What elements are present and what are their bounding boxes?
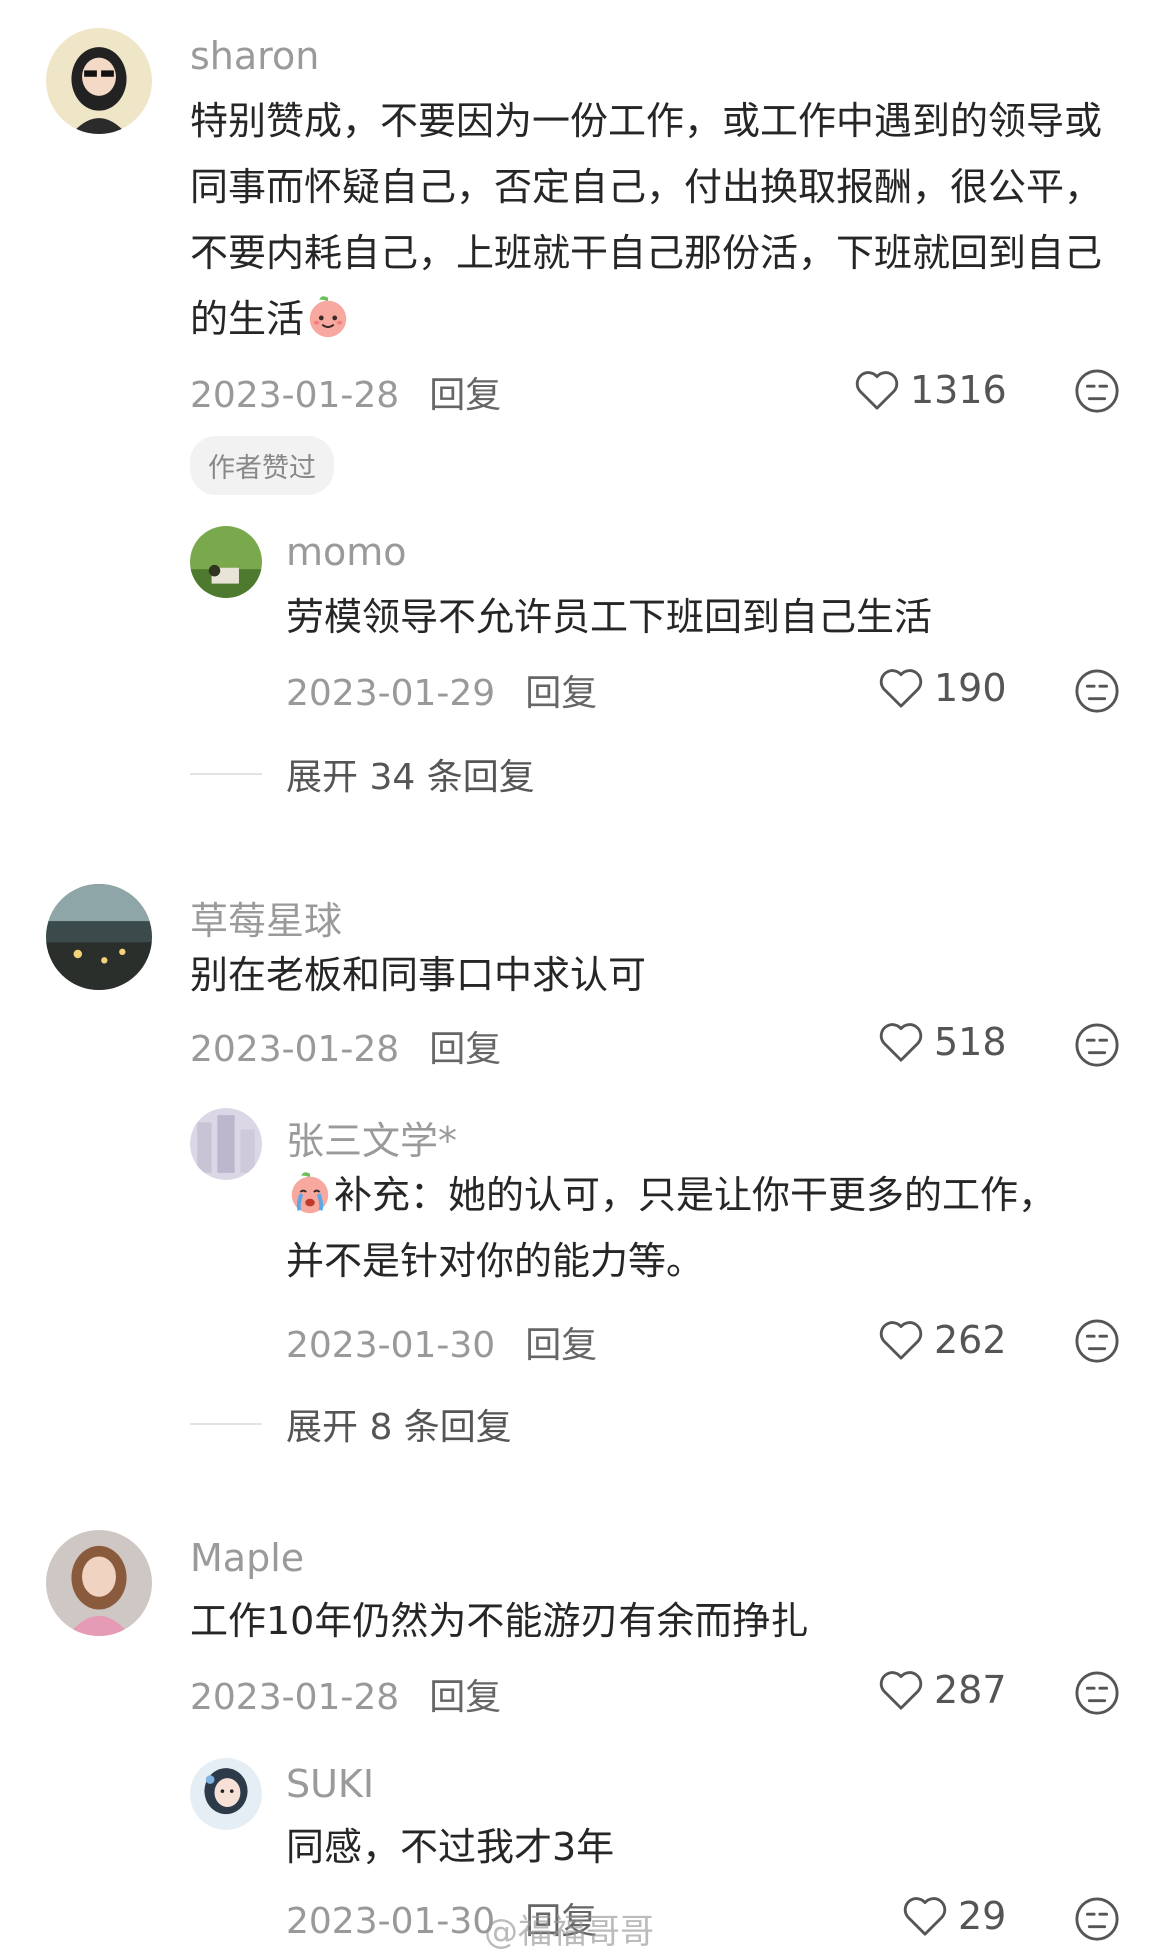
like-button[interactable]: 29 [902,1894,1006,1938]
meh-face-icon [1075,369,1119,413]
meh-face-icon [1075,1671,1119,1715]
like-count: 1316 [910,368,1007,412]
avatar[interactable] [190,1108,262,1180]
crying-peach-emoji [286,1168,334,1216]
dislike-button[interactable] [1074,1318,1120,1364]
like-button[interactable]: 262 [878,1318,1007,1362]
avatar[interactable] [46,28,152,134]
username[interactable]: Maple [190,1536,304,1580]
reply-button[interactable]: 回复 [525,673,597,714]
comment-item: 草莓星球 别在老板和同事口中求认可 2023-01-28 回复 518 张三文学*… [0,860,1168,1480]
dislike-button[interactable] [1074,668,1120,714]
username[interactable]: momo [286,530,407,574]
like-button[interactable]: 190 [878,666,1007,710]
dislike-button[interactable] [1074,1022,1120,1068]
meh-face-icon [1075,1897,1119,1941]
dislike-button[interactable] [1074,1896,1120,1942]
heart-outline-icon [879,1321,923,1360]
comment-date: 2023-01-28 [190,1677,400,1718]
username[interactable]: sharon [190,34,319,78]
heart-outline-icon [879,1671,923,1710]
heart-outline-icon [855,371,899,410]
reply-button[interactable]: 回复 [429,1677,501,1718]
comment-date: 2023-01-30 [286,1325,496,1366]
like-count: 262 [934,1318,1007,1362]
heart-outline-icon [879,669,923,708]
like-count: 287 [934,1668,1007,1712]
dislike-button[interactable] [1074,368,1120,414]
comment-meta: 2023-01-29 回复 [286,664,597,716]
reply-text: 补充：她的认可，只是让你干更多的工作，并不是针对你的能力等。 [286,1162,1076,1294]
username[interactable]: 张三文学* [286,1110,457,1165]
avatar[interactable] [46,1530,152,1636]
meh-face-icon [1075,1023,1119,1067]
comment-meta: 2023-01-28 回复 [190,1020,501,1072]
comment-item: sharon 特别赞成，不要因为一份工作，或工作中遇到的领导或同事而怀疑自己，否… [0,0,1168,798]
comment-text: 工作10年仍然为不能游刃有余而挣扎 [190,1599,809,1643]
avatar[interactable] [190,1758,262,1830]
like-count: 190 [934,666,1007,710]
expand-replies-label: 展开 8 条回复 [286,1407,512,1448]
like-count: 518 [934,1020,1007,1064]
reply-button[interactable]: 回复 [525,1325,597,1366]
heart-outline-icon [903,1897,947,1936]
meh-face-icon [1075,669,1119,713]
comment-meta: 2023-01-28 回复 [190,366,501,418]
reply-button[interactable]: 回复 [429,375,501,416]
comment-meta: 2023-01-28 回复 [190,1668,501,1720]
heart-outline-icon [879,1023,923,1062]
username[interactable]: 草莓星球 [190,890,342,945]
username[interactable]: SUKI [286,1762,374,1806]
comment-text: 别在老板和同事口中求认可 [190,953,647,997]
expand-replies-button[interactable]: 展开 8 条回复 [190,1398,512,1450]
avatar[interactable] [190,526,262,598]
like-button[interactable]: 1316 [854,368,1007,412]
comment-date: 2023-01-29 [286,673,496,714]
comment-meta: 2023-01-30 回复 [286,1316,597,1368]
divider [190,1423,262,1425]
reply-button[interactable]: 回复 [429,1029,501,1070]
author-liked-badge: 作者赞过 [190,436,334,495]
dislike-button[interactable] [1074,1670,1120,1716]
expand-replies-button[interactable]: 展开 34 条回复 [190,748,535,800]
like-count: 29 [958,1894,1007,1938]
comment-date: 2023-01-30 [286,1901,496,1942]
meh-face-icon [1075,1319,1119,1363]
reply-text: 同感，不过我才3年 [286,1825,615,1869]
expand-replies-label: 展开 34 条回复 [286,757,535,798]
reply-text-content: 补充：她的认可，只是让你干更多的工作，并不是针对你的能力等。 [286,1173,1057,1283]
like-button[interactable]: 287 [878,1668,1007,1712]
watermark: @福福哥哥 [484,1912,654,1952]
divider [190,773,262,775]
avatar[interactable] [46,884,152,990]
comment-text: 特别赞成，不要因为一份工作，或工作中遇到的领导或同事而怀疑自己，否定自己，付出换… [190,88,1120,352]
smiling-peach-emoji [304,292,352,340]
comment-item: Maple 工作10年仍然为不能游刃有余而挣扎 2023-01-28 回复 287… [0,1508,1168,1952]
comment-date: 2023-01-28 [190,1029,400,1070]
like-button[interactable]: 518 [878,1020,1007,1064]
reply-text: 劳模领导不允许员工下班回到自己生活 [286,595,933,639]
comment-date: 2023-01-28 [190,375,400,416]
